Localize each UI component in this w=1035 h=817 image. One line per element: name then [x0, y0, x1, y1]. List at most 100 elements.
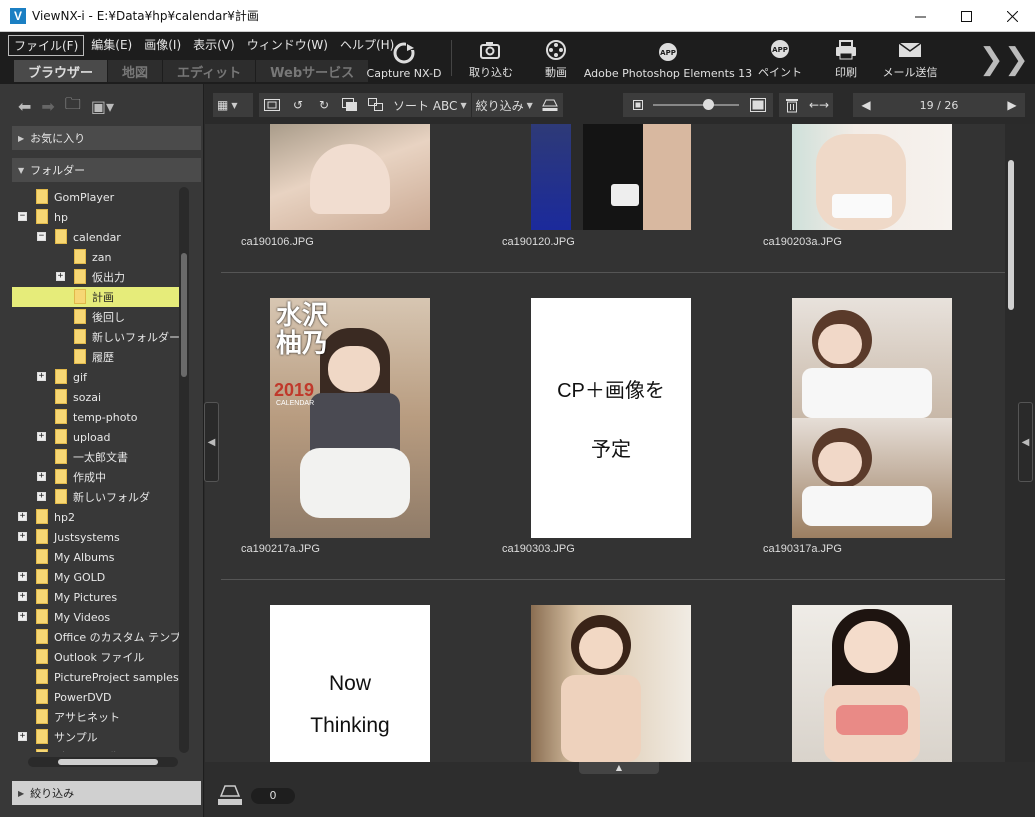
expand-plus-icon[interactable]: + [18, 732, 27, 741]
thumbnail-image[interactable] [792, 605, 952, 762]
folder-tree-item[interactable]: 後回し [12, 307, 182, 327]
folder-tree-item[interactable]: My Albums [12, 547, 182, 567]
label-clear-button[interactable] [537, 93, 563, 117]
menu-image[interactable]: 画像(I) [139, 35, 186, 56]
compare-button[interactable] [363, 93, 389, 117]
folder-tree-item[interactable]: + Justsystems [12, 527, 182, 547]
thumbnail-size-slider[interactable] [623, 93, 773, 117]
folder-tree-item[interactable]: アサヒネット [12, 707, 182, 727]
thumbnail-image[interactable]: 水沢 柚乃 2019 CALENDAR [270, 298, 430, 538]
thumbnail-image[interactable] [792, 298, 952, 538]
folder-tree-item[interactable]: PowerDVD [12, 687, 182, 707]
expand-plus-icon[interactable]: + [18, 592, 27, 601]
folder-tree-item[interactable]: + gif [12, 367, 182, 387]
folder-tree-item[interactable]: − calendar [12, 227, 182, 247]
filter-dropdown[interactable]: 絞り込み ▼ [470, 93, 537, 117]
expand-plus-icon[interactable]: + [18, 512, 27, 521]
rotate-left-button[interactable]: ↺ [285, 93, 311, 117]
capture-nxd-button[interactable]: Capture NX-D [366, 36, 442, 80]
view-mode-dropdown[interactable]: ▦ ▼ [213, 93, 253, 117]
folder-tree-item[interactable]: + 仮出力 [12, 267, 182, 287]
tab-web-service[interactable]: Webサービス [256, 60, 370, 82]
previous-page-button[interactable]: ◀ [853, 93, 879, 117]
folders-panel-header[interactable]: ▼ フォルダー [12, 158, 201, 182]
photoshop-elements-button[interactable]: APP Adobe Photoshop Elements 13 [584, 36, 752, 80]
thumbnail-image[interactable] [531, 124, 691, 230]
folder-tree-item[interactable]: 一太郎文書 [12, 447, 182, 467]
folder-tree-item[interactable]: + My GOLD [12, 567, 182, 587]
folder-tree-item[interactable]: GomPlayer [12, 187, 182, 207]
movie-button[interactable]: 動画 [536, 36, 576, 80]
slider-knob[interactable] [703, 99, 714, 110]
fit-frame-button[interactable] [259, 93, 285, 117]
folder-tree-item[interactable]: 履歴 [12, 347, 182, 367]
folder-tree-item[interactable]: 計画 [12, 287, 182, 307]
folder-tree-item[interactable]: + hp2 [12, 507, 182, 527]
send-mail-button[interactable]: メール送信 [882, 36, 938, 80]
more-tools-chevron-icon[interactable]: ❯❯ [979, 42, 1029, 77]
folder-tree-item[interactable]: + upload [12, 427, 182, 447]
menu-file[interactable]: ファイル(F) [8, 35, 85, 56]
slider-track[interactable] [653, 104, 739, 106]
forward-arrow-icon[interactable]: ➡ [41, 97, 54, 116]
folder-tree-item[interactable]: + 作成中 [12, 467, 182, 487]
bottom-panel-toggle[interactable]: ▲ [579, 762, 659, 774]
menu-view[interactable]: 表示(V) [188, 35, 240, 56]
folder-tree-item[interactable]: + サンプル [12, 727, 182, 747]
left-panel-toggle[interactable]: ◀ [204, 402, 219, 482]
expand-plus-icon[interactable]: + [56, 272, 65, 281]
import-button[interactable]: 取り込む [466, 36, 516, 80]
placeholder-card-now-thinking[interactable]: Now Thinking [270, 605, 430, 762]
tab-edit[interactable]: エディット [163, 60, 257, 82]
folder-tree-item[interactable]: PictureProject samples [12, 667, 182, 687]
folder-tree-item[interactable]: + My Videos [12, 607, 182, 627]
favorites-panel-header[interactable]: ▶ お気に入り [12, 126, 201, 150]
expand-plus-icon[interactable]: + [37, 372, 46, 381]
expand-plus-icon[interactable]: + [37, 432, 46, 441]
folder-tree-item[interactable]: −デジカメ画像 [12, 747, 182, 752]
filter-panel-header[interactable]: ▶ 絞り込み [12, 781, 201, 805]
expand-plus-icon[interactable]: + [37, 492, 46, 501]
rotate-right-button[interactable]: ↻ [311, 93, 337, 117]
thumbnail-image[interactable] [270, 124, 430, 230]
minimize-button[interactable] [897, 0, 943, 32]
next-page-button[interactable]: ▶ [999, 93, 1025, 117]
folder-tree-item[interactable]: Office のカスタム テンプレート [12, 627, 182, 647]
fit-width-button[interactable]: ←→ [805, 93, 833, 117]
scroll-thumb[interactable] [181, 253, 187, 377]
folder-tree-horizontal-scrollbar[interactable] [28, 757, 178, 767]
sort-dropdown[interactable]: ソート ABC ▼ [389, 93, 471, 117]
placeholder-card-cp[interactable]: CP＋画像を 予定 [531, 298, 691, 538]
folder-tree-item[interactable]: − hp [12, 207, 182, 227]
right-panel-toggle[interactable]: ◀ [1018, 402, 1033, 482]
maximize-button[interactable] [943, 0, 989, 32]
large-thumbnail-icon[interactable] [745, 93, 771, 117]
menu-edit[interactable]: 編集(E) [86, 35, 137, 56]
delete-button[interactable] [779, 93, 805, 117]
tab-browser[interactable]: ブラウザー [14, 60, 109, 82]
menu-window[interactable]: ウィンドウ(W) [242, 35, 333, 56]
folder-tree-item[interactable]: + 新しいフォルダ [12, 487, 182, 507]
grid-vertical-scrollbar[interactable] [1005, 124, 1019, 762]
folder-tree-item[interactable]: Outlook ファイル [12, 647, 182, 667]
label-tray-button[interactable] [217, 784, 243, 811]
print-button[interactable]: 印刷 [826, 36, 866, 80]
bookmark-folder-icon[interactable]: ▣▾ [91, 97, 114, 116]
thumbnail-image[interactable] [792, 124, 952, 230]
expand-plus-icon[interactable]: + [37, 472, 46, 481]
collapse-minus-icon[interactable]: − [18, 212, 27, 221]
folder-tree-item[interactable]: zan [12, 247, 182, 267]
close-button[interactable] [989, 0, 1035, 32]
collapse-minus-icon[interactable]: − [37, 232, 46, 241]
folder-tree-item[interactable]: sozai [12, 387, 182, 407]
expand-plus-icon[interactable]: + [18, 532, 27, 541]
stack-button[interactable] [337, 93, 363, 117]
folder-tree-item[interactable]: + My Pictures [12, 587, 182, 607]
small-thumbnail-icon[interactable] [625, 93, 651, 117]
folder-tree-item[interactable]: 新しいフォルダー [12, 327, 182, 347]
tab-map[interactable]: 地図 [108, 60, 164, 82]
thumbnail-image[interactable] [531, 605, 691, 762]
scroll-thumb[interactable] [58, 759, 158, 765]
expand-plus-icon[interactable]: + [18, 572, 27, 581]
folder-tree-item[interactable]: temp-photo [12, 407, 182, 427]
